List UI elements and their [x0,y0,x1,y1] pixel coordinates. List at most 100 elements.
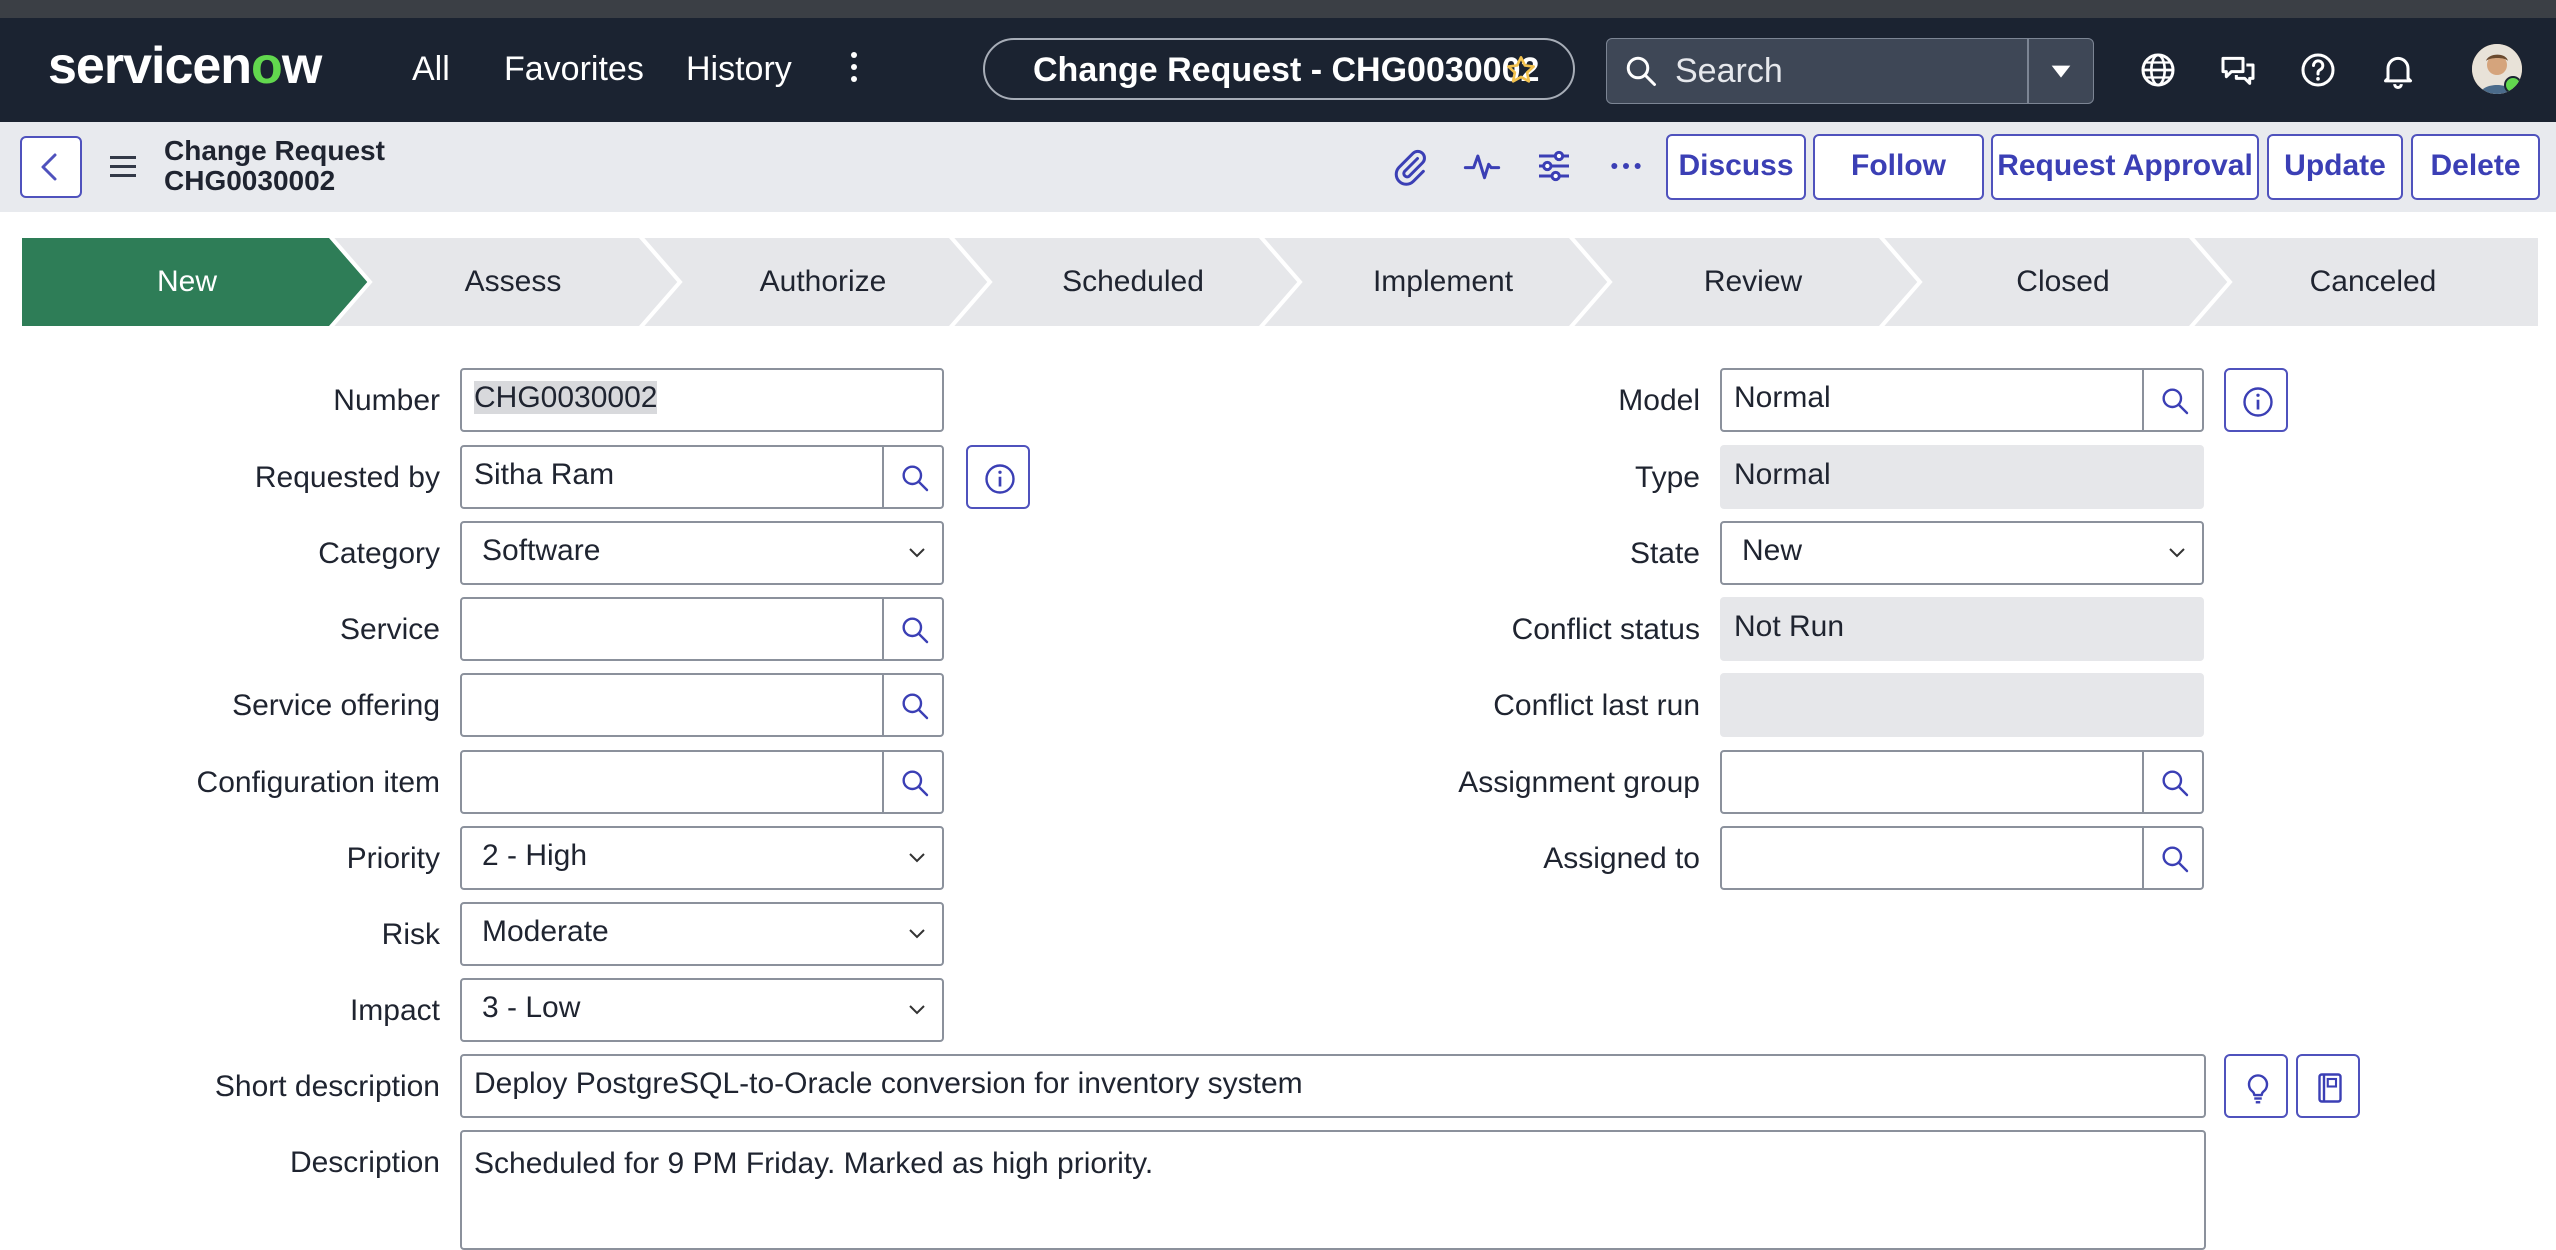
stage-label-new: New [156,265,217,298]
activity-pulse-icon[interactable] [1462,146,1502,186]
conflict-last-run-label: Conflict last run [1493,689,1700,722]
info-icon [2243,387,2273,417]
service-offering-field[interactable] [460,673,884,737]
assigned-to-field[interactable] [1720,826,2144,890]
nav-link-history[interactable]: History [686,48,792,90]
assignment-group-field[interactable] [1720,750,2144,814]
requested-by-label: Requested by [254,461,440,494]
description-label: Description [289,1146,440,1179]
requested-by-lookup-button[interactable] [882,445,944,509]
form-context-menu-icon[interactable] [110,156,136,178]
short-description-label: Short description [214,1070,440,1103]
global-search[interactable]: Search [1606,38,2094,104]
suggestion-button[interactable] [2224,1054,2288,1118]
state-value: New [1742,534,1803,567]
chat-icon[interactable] [2218,50,2258,90]
search-icon [902,693,929,720]
type-label: Type [1634,461,1700,494]
model-field[interactable]: Normal [1720,368,2144,432]
help-icon[interactable] [2298,50,2338,90]
notification-bell-icon[interactable] [2378,50,2418,90]
servicenow-logo[interactable]: servicenow [48,38,322,94]
stage-label-scheduled: Scheduled [1062,265,1204,298]
type-field: Normal [1720,445,2204,509]
discuss-button[interactable]: Discuss [1666,134,1806,200]
globe-icon[interactable] [2138,50,2178,90]
stage-label-review: Review [1703,265,1803,298]
knowledge-search-button[interactable] [2296,1054,2360,1118]
more-options-icon[interactable] [1606,146,1646,186]
assigned-to-lookup-button[interactable] [2142,826,2204,890]
nav-link-all[interactable]: All [412,48,450,90]
top-navigation: servicenow All Favorites History Change … [0,18,2556,122]
conflict-status-field: Not Run [1720,597,2204,661]
priority-select[interactable]: 2 - High [460,826,944,890]
short-description-field[interactable]: Deploy PostgreSQL-to-Oracle conversion f… [460,1054,2206,1118]
impact-select[interactable]: 3 - Low [460,978,944,1042]
category-select[interactable]: Software [460,521,944,585]
user-avatar[interactable] [2472,44,2522,94]
info-icon [985,464,1015,494]
risk-select[interactable]: Moderate [460,902,944,966]
impact-label: Impact [349,994,440,1027]
request-approval-button[interactable]: Request Approval [1991,134,2259,200]
chevron-down-icon [909,929,925,939]
model-lookup-button[interactable] [2142,368,2204,432]
requested-by-field[interactable]: Sitha Ram [460,445,884,509]
stage-label-closed: Closed [2016,265,2110,298]
search-icon [902,770,929,797]
search-icon [2162,770,2189,797]
attachment-icon[interactable] [1390,146,1430,186]
configuration-item-label: Configuration item [196,766,440,799]
configuration-item-lookup-button[interactable] [882,750,944,814]
nav-link-favorites[interactable]: Favorites [504,48,644,90]
more-menu-icon[interactable] [848,52,860,88]
description-textarea[interactable]: Scheduled for 9 PM Friday. Marked as hig… [460,1130,2206,1250]
back-button[interactable] [20,136,82,198]
priority-label: Priority [346,842,440,875]
form-title-table: Change Request [164,135,385,166]
search-icon [2162,388,2189,415]
requested-by-info-button[interactable] [966,445,1030,509]
service-lookup-button[interactable] [882,597,944,661]
state-select[interactable]: New [1720,521,2204,585]
personalize-settings-icon[interactable] [1534,146,1574,186]
search-icon [902,617,929,644]
form-title-number: CHG0030002 [164,165,336,196]
search-divider [2027,39,2029,103]
form-title: Change Request CHG0030002 [164,136,385,196]
delete-button[interactable]: Delete [2411,134,2540,200]
chevron-down-icon [909,548,925,558]
priority-value: 2 - High [482,839,588,872]
favorite-star-icon[interactable] [1505,54,1537,86]
record-title-pill: Change Request - CHG0030002 [983,38,1575,100]
search-icon [902,465,929,492]
state-label: State [1629,537,1700,570]
chevron-left-icon [41,153,57,181]
stage-label-authorize: Authorize [759,265,887,298]
browser-top-strip [0,0,2556,18]
model-info-button[interactable] [2224,368,2288,432]
search-icon [1626,56,1656,86]
configuration-item-field[interactable] [460,750,884,814]
category-label: Category [318,537,440,570]
number-value: CHG0030002 [474,381,658,414]
impact-value: 3 - Low [482,991,581,1024]
risk-label: Risk [381,918,440,951]
update-button[interactable]: Update [2267,134,2403,200]
follow-button[interactable]: Follow [1813,134,1984,200]
stage-label-assess: Assess [464,265,562,298]
lightbulb-icon [2247,1074,2269,1104]
assignment-group-lookup-button[interactable] [2142,750,2204,814]
stage-label-implement: Implement [1372,265,1514,298]
service-field[interactable] [460,597,884,661]
online-status-dot [2504,76,2522,94]
number-field[interactable]: CHG0030002 [460,368,944,432]
search-placeholder: Search [1675,52,1783,90]
service-label: Service [339,613,440,646]
service-offering-lookup-button[interactable] [882,673,944,737]
risk-value: Moderate [482,915,609,948]
assignment-group-label: Assignment group [1458,766,1700,799]
model-label: Model [1618,384,1700,417]
search-scope-dropdown-icon[interactable] [2043,55,2079,87]
